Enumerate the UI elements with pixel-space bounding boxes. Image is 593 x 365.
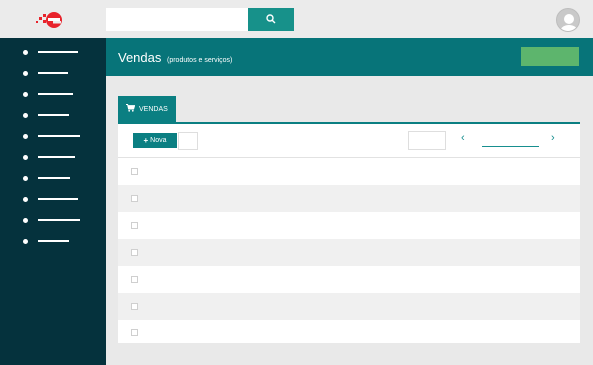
sidebar-item-placeholder — [38, 219, 80, 221]
sidebar-item[interactable] — [23, 154, 75, 160]
sidebar-item-placeholder — [38, 135, 80, 137]
table-row[interactable] — [118, 266, 580, 293]
bullet-icon — [23, 175, 28, 181]
cart-icon — [126, 104, 136, 114]
chevron-right-icon[interactable]: › — [551, 132, 555, 144]
page-header: Vendas (produtos e serviços) — [106, 38, 593, 76]
table-row[interactable] — [118, 293, 580, 320]
row-checkbox[interactable] — [131, 249, 138, 256]
new-button-label: Nova — [150, 137, 167, 144]
bullet-icon — [23, 91, 28, 97]
sidebar-item[interactable] — [23, 133, 80, 139]
new-button[interactable]: + Nova — [133, 133, 177, 148]
table-row[interactable] — [118, 185, 580, 212]
sidebar-item[interactable] — [23, 49, 78, 55]
page-subtitle: (produtos e serviços) — [167, 57, 233, 64]
table-row[interactable] — [118, 158, 580, 185]
table-row[interactable] — [118, 212, 580, 239]
sidebar-item[interactable] — [23, 91, 73, 97]
sidebar-item[interactable] — [23, 112, 69, 118]
chevron-left-icon[interactable]: ‹ — [461, 132, 465, 144]
page-title-text: Vendas — [118, 50, 162, 65]
secondary-button[interactable] — [178, 132, 198, 150]
sidebar-item-placeholder — [38, 240, 69, 242]
sidebar-item[interactable] — [23, 196, 78, 202]
sidebar-item-placeholder — [38, 72, 68, 74]
tab-vendas[interactable]: VENDAS — [118, 96, 176, 122]
sidebar-item[interactable] — [23, 238, 69, 244]
row-checkbox[interactable] — [131, 329, 138, 336]
page-size-select[interactable] — [408, 131, 446, 150]
sidebar-item-placeholder — [38, 51, 78, 53]
sidebar-item-placeholder — [38, 114, 69, 116]
bullet-icon — [23, 133, 28, 139]
row-checkbox[interactable] — [131, 195, 138, 202]
sidebar-item[interactable] — [23, 175, 70, 181]
table-row[interactable] — [118, 239, 580, 266]
top-bar — [0, 0, 593, 38]
bullet-icon — [23, 112, 28, 118]
row-checkbox[interactable] — [131, 276, 138, 283]
bullet-icon — [23, 70, 28, 76]
pagination-indicator — [482, 146, 539, 147]
bullet-icon — [23, 217, 28, 223]
sidebar-item-placeholder — [38, 93, 73, 95]
sidebar-item-placeholder — [38, 156, 75, 158]
row-checkbox[interactable] — [131, 168, 138, 175]
bullet-icon — [23, 238, 28, 244]
sidebar-item[interactable] — [23, 70, 68, 76]
bullet-icon — [23, 49, 28, 55]
sidebar-item-placeholder — [38, 198, 78, 200]
search-input[interactable] — [106, 8, 248, 31]
table-row[interactable] — [118, 319, 580, 346]
avatar[interactable] — [556, 8, 580, 32]
app-logo[interactable] — [36, 9, 68, 29]
bullet-icon — [23, 154, 28, 160]
row-checkbox[interactable] — [131, 303, 138, 310]
sidebar-item[interactable] — [23, 217, 80, 223]
tab-label: VENDAS — [139, 105, 168, 113]
row-checkbox[interactable] — [131, 222, 138, 229]
header-action-button[interactable] — [521, 47, 579, 66]
plus-icon: + — [143, 136, 149, 145]
search-button[interactable] — [248, 8, 294, 31]
sidebar-item-placeholder — [38, 177, 70, 179]
page-title: Vendas (produtos e serviços) — [118, 50, 232, 65]
bullet-icon — [23, 196, 28, 202]
search-icon — [266, 11, 276, 29]
